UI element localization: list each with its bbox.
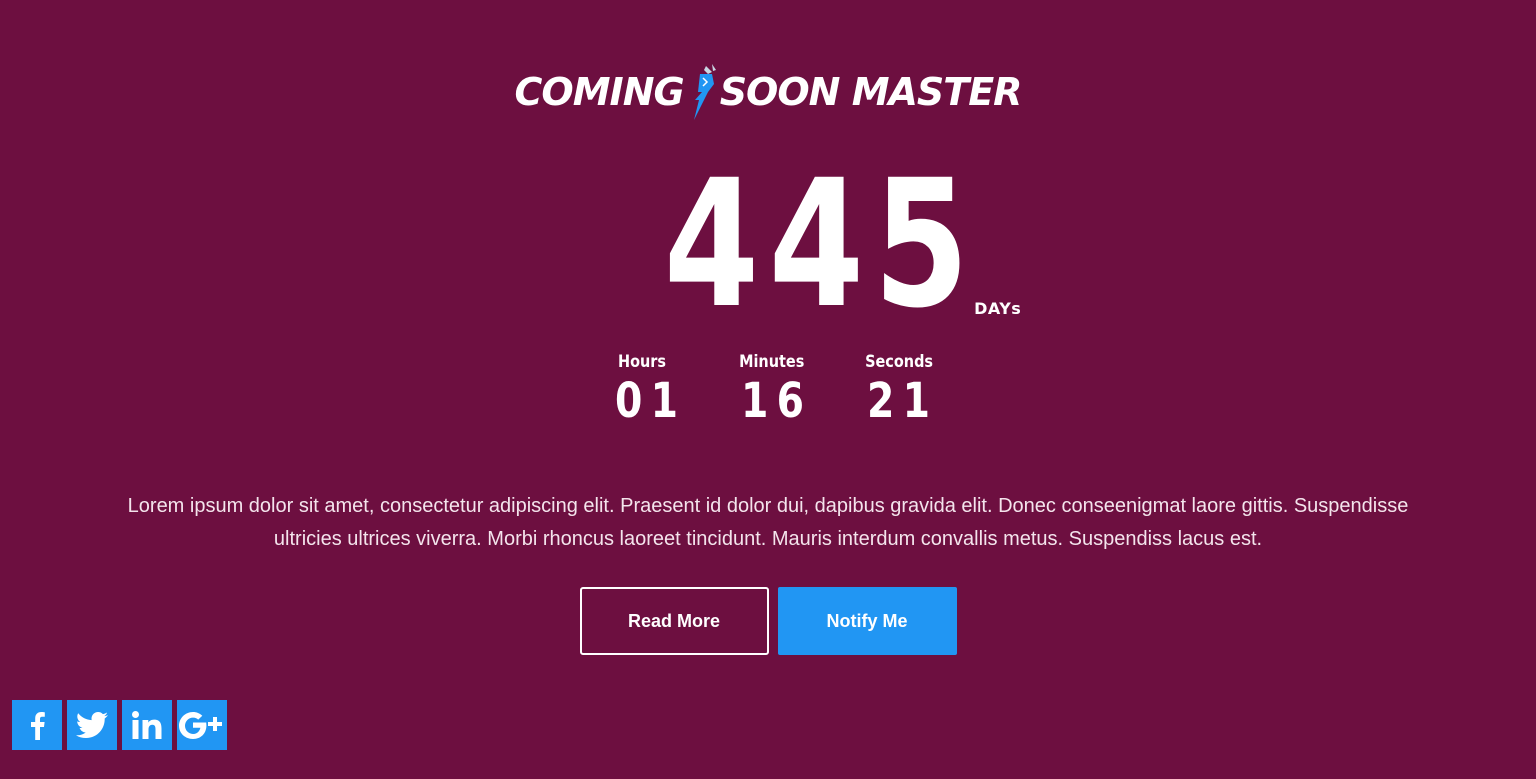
logo-text-left: Coming: [514, 70, 685, 114]
hours-label: Hours: [617, 352, 667, 372]
action-buttons: Read More Notify Me: [0, 587, 1536, 655]
social-links: [12, 700, 227, 750]
days-value: 445: [663, 142, 979, 347]
facebook-link[interactable]: [12, 700, 62, 750]
logo-text-right: Soon Master: [719, 70, 1023, 114]
linkedin-icon: [132, 711, 162, 739]
twitter-link[interactable]: [67, 700, 117, 750]
seconds-label: Seconds: [865, 352, 934, 372]
time-units: Hours 01 Minutes 16 Seconds 21: [0, 351, 1536, 429]
seconds-counter: Seconds 21: [860, 351, 939, 429]
plug-bolt-icon: [693, 64, 716, 120]
minutes-counter: Minutes 16: [734, 351, 813, 429]
facebook-icon: [31, 712, 45, 740]
seconds-value: 21: [867, 373, 939, 429]
google-plus-link[interactable]: [177, 700, 227, 750]
minutes-label: Minutes: [739, 352, 805, 372]
linkedin-link[interactable]: [122, 700, 172, 750]
google-plus-icon: [179, 712, 222, 739]
days-label: DAYs: [974, 299, 1022, 318]
days-counter: 445 DAYs: [0, 142, 1536, 347]
coming-soon-page: Coming Soon Master 445 DAYs Hours 01 Min…: [0, 0, 1536, 779]
twitter-icon: [76, 712, 108, 738]
notify-me-button[interactable]: Notify Me: [777, 587, 957, 655]
logo-wordmark: Coming Soon Master: [515, 62, 1022, 122]
hours-counter: Hours 01: [608, 351, 687, 429]
hours-value: 01: [615, 373, 687, 429]
description-text: Lorem ipsum dolor sit amet, consectetur …: [127, 495, 1409, 550]
read-more-button[interactable]: Read More: [579, 587, 769, 655]
minutes-value: 16: [741, 373, 813, 429]
logo: Coming Soon Master: [0, 62, 1536, 122]
